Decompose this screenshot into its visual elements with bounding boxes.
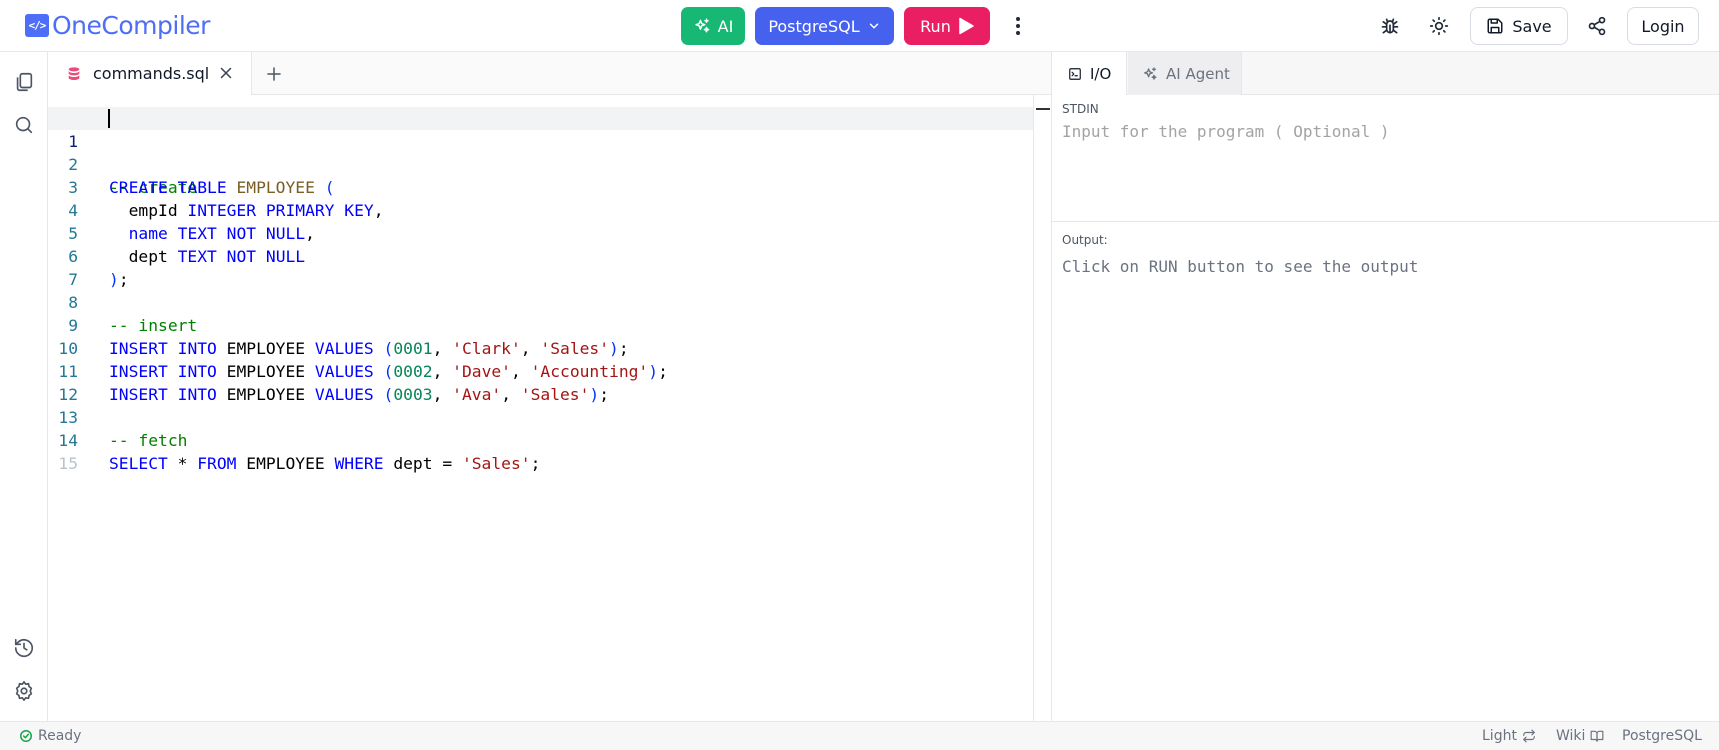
save-label: Save	[1512, 16, 1552, 36]
plus-icon	[267, 67, 281, 81]
activity-rail	[0, 52, 48, 721]
status-language-label: PostgreSQL	[1622, 728, 1702, 744]
run-button[interactable]: Run	[904, 7, 990, 45]
code-line: 3 empId INTEGER PRIMARY KEY,	[48, 153, 1033, 220]
code-line: 8 -- insert	[48, 268, 1033, 335]
code-brackets-icon: </>	[25, 13, 49, 37]
save-icon	[1487, 18, 1503, 34]
status-ready-label: Ready	[38, 728, 82, 744]
more-dot	[1016, 31, 1020, 35]
code-line: 15	[48, 429, 1033, 473]
line-number: 15	[58, 454, 78, 473]
save-button[interactable]: Save	[1470, 7, 1568, 45]
code-line: 1 -- create	[48, 107, 1033, 197]
stdin-input[interactable]	[1062, 122, 1702, 212]
output-text: Click on RUN button to see the output	[1062, 257, 1419, 276]
code-line: 2 CREATE TABLE EMPLOYEE (	[48, 130, 1033, 197]
editor-tabbar: commands.sql	[48, 52, 1051, 95]
files-button[interactable]	[8, 66, 40, 98]
status-wiki[interactable]: Wiki	[1556, 728, 1604, 744]
tab-ai-agent[interactable]: AI Agent	[1128, 52, 1242, 95]
tab-ai-agent-label: AI Agent	[1166, 64, 1230, 83]
sun-icon	[1429, 16, 1449, 36]
language-label: PostgreSQL	[768, 16, 860, 36]
scrollbar-cursor-marker	[1036, 108, 1050, 110]
more-vertical-icon	[1016, 17, 1020, 21]
code-line: 4 name TEXT NOT NULL,	[48, 176, 1033, 243]
tab-io-label: I/O	[1090, 64, 1112, 83]
close-icon[interactable]	[217, 64, 235, 82]
play-icon	[959, 17, 974, 35]
text-cursor	[108, 109, 110, 128]
status-wiki-label: Wiki	[1556, 728, 1586, 744]
code-line: 5 dept TEXT NOT NULL	[48, 199, 1033, 266]
login-label: Login	[1641, 16, 1685, 36]
add-file-button[interactable]	[262, 62, 286, 86]
editor-scrollbar[interactable]	[1033, 95, 1051, 721]
io-tabbar: I/O AI Agent	[1052, 52, 1719, 95]
editor-pane: commands.sql 1 -- create 2 CREATE TABLE …	[48, 52, 1051, 721]
line-code: SELECT * FROM EMPLOYEE WHERE dept = 'Sal…	[109, 454, 541, 473]
code-line: 12	[48, 360, 1033, 404]
file-tab-name: commands.sql	[93, 64, 210, 83]
debug-button[interactable]	[1374, 10, 1406, 42]
language-select-button[interactable]: PostgreSQL	[755, 7, 894, 45]
files-icon	[16, 72, 33, 92]
book-icon	[1591, 730, 1604, 742]
ai-button-label: AI	[717, 16, 734, 36]
sparkle-icon	[694, 18, 710, 33]
more-options-button[interactable]	[1008, 11, 1028, 41]
ai-button[interactable]: AI	[681, 7, 745, 45]
code-line: 13 -- fetch	[48, 383, 1033, 450]
share-icon	[1588, 16, 1606, 36]
status-theme-label: Light	[1482, 728, 1517, 744]
output-label: Output:	[1062, 233, 1108, 247]
code-line: 10 INSERT INTO EMPLOYEE VALUES (0002, 'D…	[48, 314, 1033, 381]
database-icon	[68, 66, 80, 80]
terminal-icon	[1069, 67, 1081, 80]
status-bar: Ready Light Wiki PostgreSQL	[0, 721, 1719, 750]
status-ready: Ready	[19, 728, 81, 744]
stdin-label: STDIN	[1062, 102, 1099, 116]
app-root: </> OneCompiler AI PostgreSQL Run Save L…	[0, 0, 1719, 750]
io-pane: I/O AI Agent STDIN Output: Click on RUN …	[1051, 52, 1719, 721]
history-icon	[14, 638, 34, 658]
code-line: 14 SELECT * FROM EMPLOYEE WHERE dept = '…	[48, 406, 1033, 473]
settings-button[interactable]	[8, 675, 40, 707]
check-circle-icon	[20, 730, 32, 742]
top-header: </> OneCompiler AI PostgreSQL Run Save L…	[0, 0, 1719, 52]
chevron-down-icon	[869, 23, 878, 29]
file-tab-commands-sql[interactable]: commands.sql	[48, 52, 252, 95]
code-line: 11 INSERT INTO EMPLOYEE VALUES (0003, 'A…	[48, 337, 1033, 404]
more-dot	[1016, 24, 1020, 28]
settings-icon	[15, 681, 33, 701]
status-theme[interactable]: Light	[1482, 728, 1536, 744]
search-icon	[15, 116, 33, 134]
run-label: Run	[920, 16, 951, 36]
login-button[interactable]: Login	[1627, 7, 1699, 45]
code-line: 7	[48, 245, 1033, 289]
share-button[interactable]	[1581, 10, 1613, 42]
logo-text: OneCompiler	[52, 10, 210, 40]
sparkle-icon	[1144, 66, 1157, 80]
onecompiler-logo[interactable]: </> OneCompiler	[25, 10, 210, 40]
io-divider	[1052, 221, 1719, 222]
theme-toggle-button[interactable]	[1423, 10, 1455, 42]
code-editor[interactable]: 1 -- create 2 CREATE TABLE EMPLOYEE ( 3 …	[48, 95, 1033, 721]
tab-io[interactable]: I/O	[1052, 52, 1127, 95]
status-language: PostgreSQL	[1622, 728, 1702, 744]
code-line: 6 );	[48, 222, 1033, 289]
history-button[interactable]	[8, 632, 40, 664]
search-button[interactable]	[8, 109, 40, 141]
bug-icon	[1381, 18, 1399, 34]
swap-icon	[1523, 729, 1535, 743]
code-line: 9 INSERT INTO EMPLOYEE VALUES (0001, 'Cl…	[48, 291, 1033, 358]
